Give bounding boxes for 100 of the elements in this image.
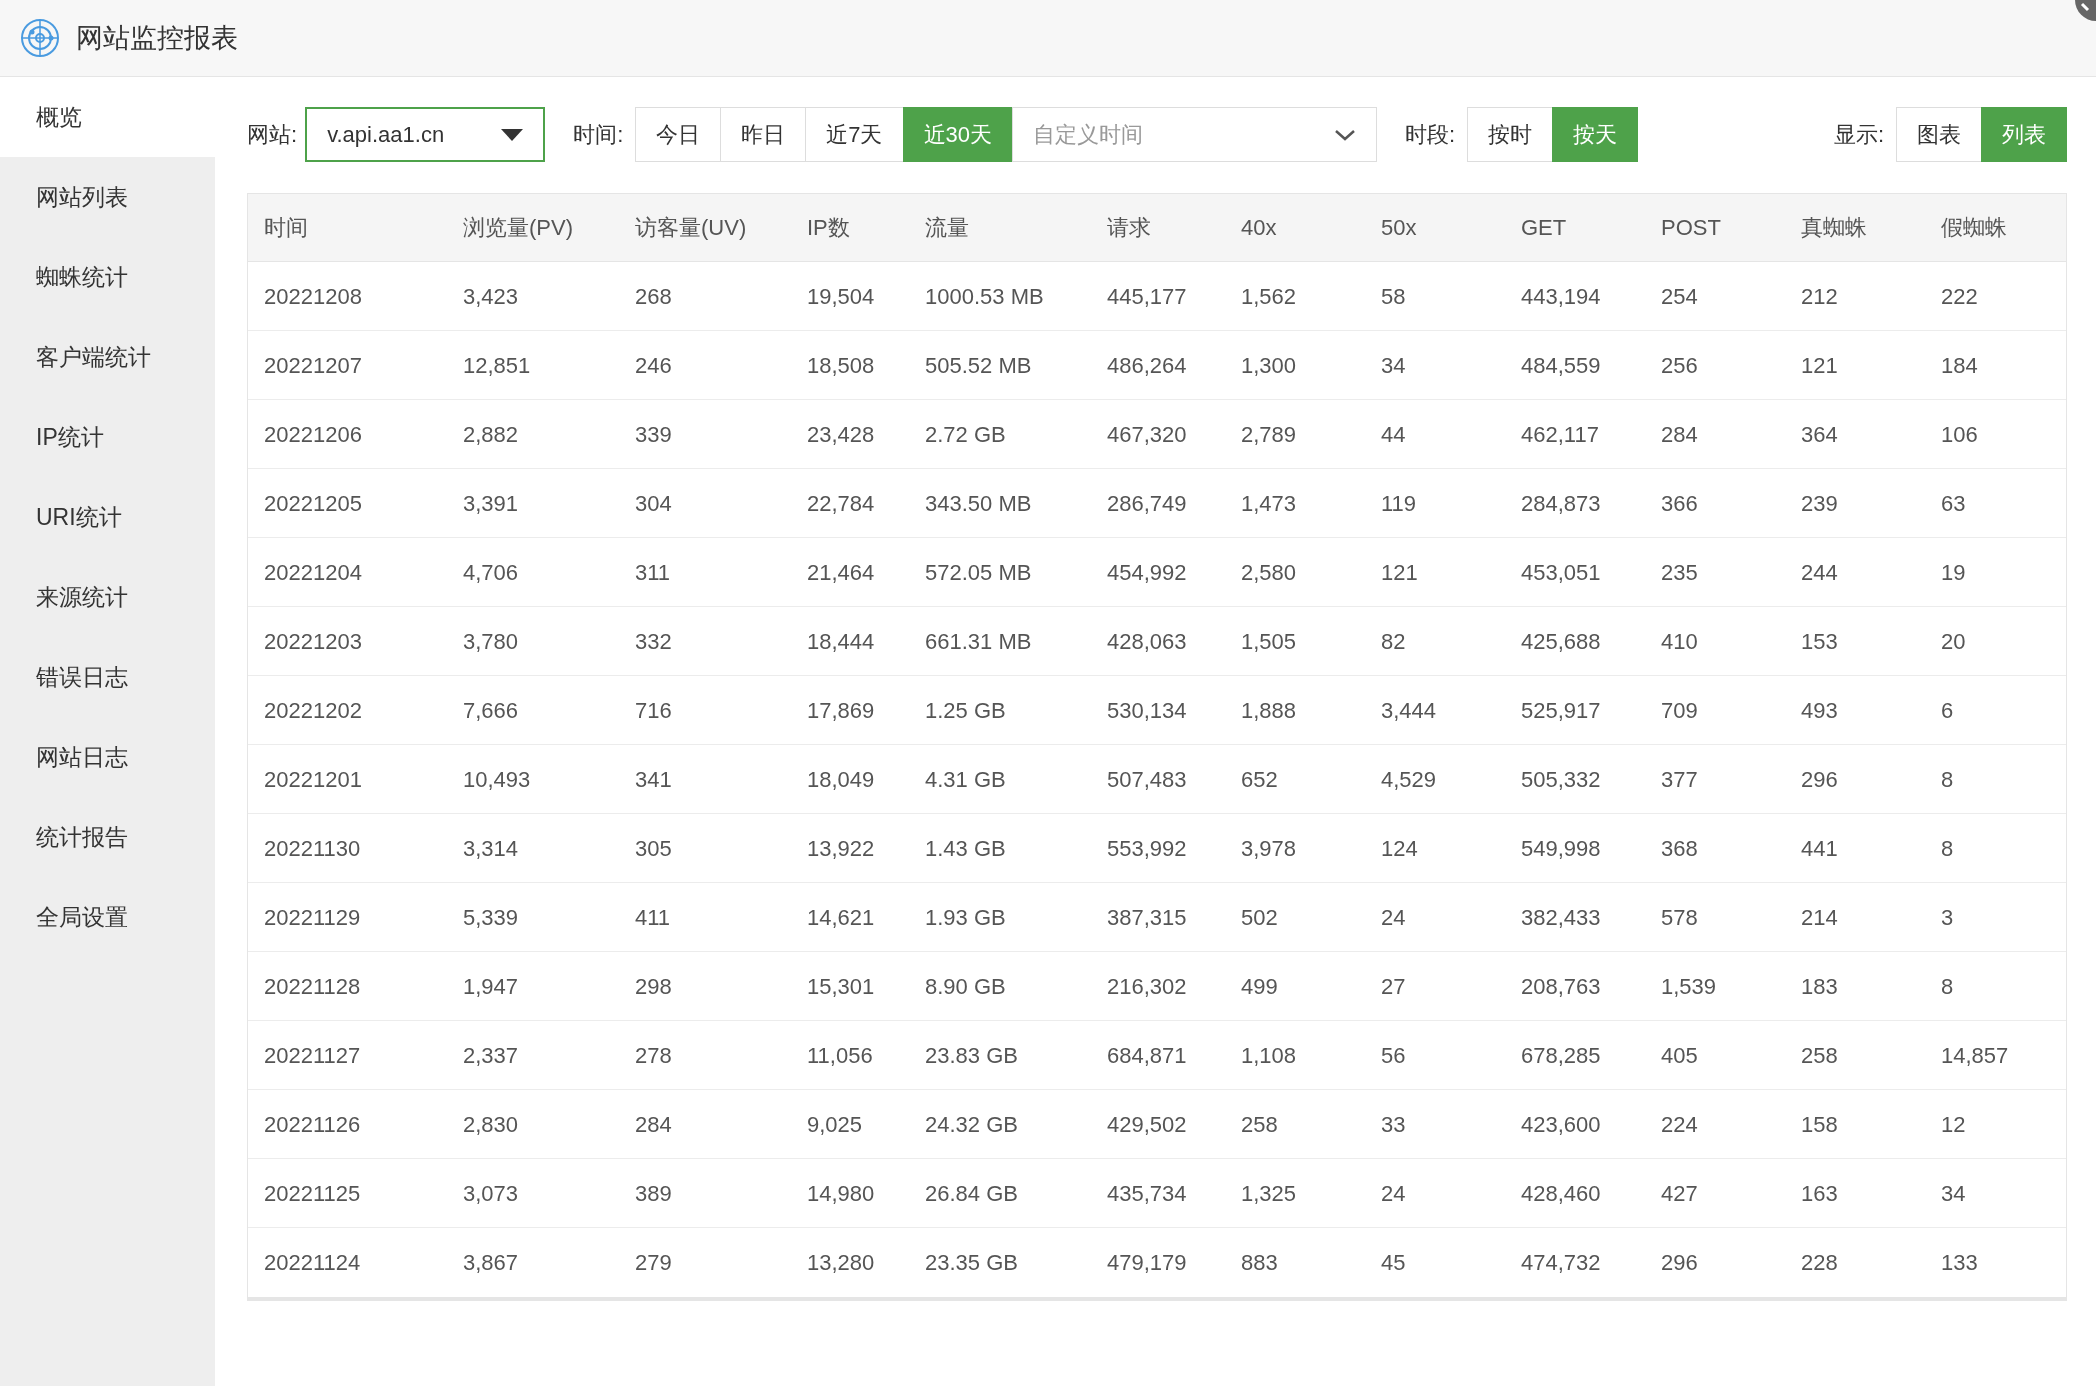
table-cell-text: 578 <box>1660 903 1699 932</box>
column-header: 真蜘蛛 <box>1800 214 1868 242</box>
sidebar-item[interactable]: 客户端统计 <box>0 317 215 397</box>
table-cell-text: 652 <box>1240 765 1279 794</box>
table-cell-text: 296 <box>1660 1249 1699 1277</box>
caret-icon <box>501 128 524 141</box>
sidebar-item[interactable]: URI统计 <box>0 477 215 557</box>
column-header: 访客量(UV) <box>634 214 748 242</box>
table-cell-text: 423,600 <box>1520 1110 1602 1139</box>
table-cell-text: 258 <box>1800 1041 1839 1070</box>
table-cell-text: 124 <box>1380 834 1419 863</box>
table-cell-text: 278 <box>634 1041 673 1070</box>
sidebar-item[interactable]: 错误日志 <box>0 637 215 717</box>
site-select[interactable]: v.api.aa1.cn <box>305 107 546 162</box>
table-cell-text: 298 <box>634 972 673 1001</box>
column-header: 浏览量(PV) <box>462 214 574 242</box>
table-cell-text: 284,873 <box>1520 489 1602 518</box>
table-cell-text: 1,505 <box>1240 627 1298 656</box>
table-cell-text: 661.31 MB <box>924 627 1033 656</box>
sidebar-item[interactable]: 统计报告 <box>0 797 215 877</box>
table-cell-text: 121 <box>1380 558 1419 587</box>
table-cell-text: 2,789 <box>1240 420 1298 449</box>
table-cell-text: 3,391 <box>462 489 520 518</box>
table-cell-text: 82 <box>1380 627 1407 656</box>
table-cell-text: 2.72 GB <box>924 420 1007 449</box>
table-cell-text: 377 <box>1660 765 1699 794</box>
segment-tab[interactable]: 今日 <box>635 107 722 162</box>
table-cell-text: 20221206 <box>263 420 363 449</box>
table-cell-text: 18,049 <box>806 765 876 794</box>
table-cell-text: 2,337 <box>462 1041 520 1070</box>
table-cell-text: 208,763 <box>1520 972 1602 1001</box>
table-cell-text: 20221205 <box>263 489 363 518</box>
table-cell-text: 34 <box>1380 351 1407 380</box>
segment-tab[interactable]: 图表 <box>1896 107 1982 162</box>
segment-tab[interactable]: 按时 <box>1467 107 1554 162</box>
table-cell-text: 454,992 <box>1106 558 1188 587</box>
column-header: 假蜘蛛 <box>1940 214 2008 242</box>
table-cell-text: 12,851 <box>462 351 532 380</box>
chevron-down-icon <box>1334 128 1356 141</box>
sidebar-item[interactable]: IP统计 <box>0 397 215 477</box>
sidebar-item[interactable]: 概览 <box>0 77 215 157</box>
table-cell-text: 479,179 <box>1106 1249 1188 1277</box>
sidebar-item[interactable]: 蜘蛛统计 <box>0 237 215 317</box>
table-cell-text: 6 <box>1940 696 1955 725</box>
table-cell-text: 20221128 <box>263 972 362 1001</box>
table-cell-text: 341 <box>634 765 673 794</box>
table-cell-text: 1000.53 MB <box>924 282 1045 311</box>
table-cell-text: 258 <box>1240 1110 1279 1139</box>
table-cell-text: 1.93 GB <box>924 903 1007 932</box>
column-header: POST <box>1660 214 1722 242</box>
table-cell-text: 493 <box>1800 696 1839 725</box>
table-cell-text: 4,529 <box>1380 765 1438 794</box>
table-cell-text: 27 <box>1380 972 1407 1001</box>
table-cell-text: 530,134 <box>1106 696 1188 725</box>
table-cell-text: 484,559 <box>1520 351 1602 380</box>
table-cell-text: 8.90 GB <box>924 972 1007 1001</box>
table-cell-text: 44 <box>1380 420 1407 449</box>
column-header: 50x <box>1380 214 1418 242</box>
segment-tab[interactable]: 昨日 <box>720 107 807 162</box>
table-cell-text: 364 <box>1800 420 1839 449</box>
sidebar-item[interactable]: 全局设置 <box>0 877 215 957</box>
table-cell-text: 20221207 <box>263 351 363 380</box>
table-cell-text: 499 <box>1240 972 1279 1001</box>
sidebar-item[interactable]: 网站列表 <box>0 157 215 237</box>
table-cell-text: 3,423 <box>462 282 520 311</box>
table-cell-text: 678,285 <box>1520 1041 1602 1070</box>
table-cell-text: 486,264 <box>1106 351 1188 380</box>
table-cell-text: 33 <box>1380 1110 1407 1139</box>
table-cell-text: 883 <box>1240 1249 1279 1277</box>
table-cell-text: 279 <box>634 1249 673 1277</box>
table-cell-text: 18,444 <box>806 627 876 656</box>
table-cell-text: 343.50 MB <box>924 489 1033 518</box>
table-cell-text: 212 <box>1800 282 1839 311</box>
table-cell-text: 20221125 <box>263 1179 362 1208</box>
table-cell-text: 1,108 <box>1240 1041 1298 1070</box>
table-cell-text: 716 <box>634 696 673 725</box>
sidebar-item[interactable]: 网站日志 <box>0 717 215 797</box>
table-cell-text: 1,562 <box>1240 282 1298 311</box>
table-cell-text: 429,502 <box>1106 1110 1188 1139</box>
table-cell-text: 305 <box>634 834 673 863</box>
segment-tab[interactable]: 近7天 <box>805 107 904 162</box>
table-cell-text: 19,504 <box>806 282 876 311</box>
table-cell-text: 8 <box>1940 972 1955 1001</box>
table-cell-text: 58 <box>1380 282 1407 311</box>
table-cell-text: 45 <box>1380 1249 1407 1277</box>
table-cell-text: 20221129 <box>263 903 362 932</box>
table-cell-text: 34 <box>1940 1179 1967 1208</box>
table-cell-text: 12 <box>1940 1110 1967 1139</box>
window-title: 网站监控报表 <box>76 21 238 55</box>
table-cell-text: 5,339 <box>462 903 520 932</box>
table-cell-text: 1.43 GB <box>924 834 1007 863</box>
table-cell-text: 214 <box>1800 903 1839 932</box>
table-cell-text: 20221127 <box>263 1041 362 1070</box>
table-cell-text: 244 <box>1800 558 1839 587</box>
sidebar-item[interactable]: 来源统计 <box>0 557 215 637</box>
table-cell-text: 505,332 <box>1520 765 1602 794</box>
table-cell-text: 441 <box>1800 834 1839 863</box>
table-cell-text: 14,621 <box>806 903 876 932</box>
table-cell-text: 106 <box>1940 420 1979 449</box>
table-cell-text: 684,871 <box>1106 1041 1188 1070</box>
